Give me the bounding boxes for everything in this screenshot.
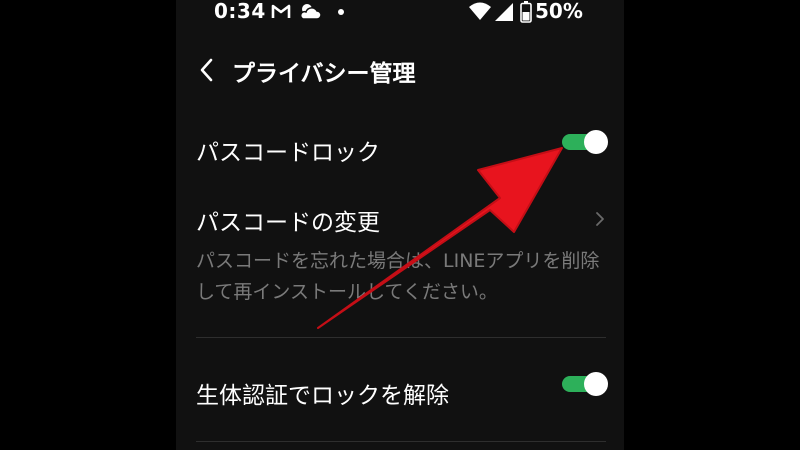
battery-percentage: 50%	[535, 0, 583, 23]
status-bar: 0:34 50%	[176, 0, 624, 26]
phone-screen: 0:34 50% プライバシー管理 パスコードロック パスコードの変更 パスコー…	[176, 0, 624, 450]
passcode-lock-label[interactable]: パスコードロック	[196, 133, 380, 167]
biometric-unlock-label[interactable]: 生体認証でロックを解除	[196, 376, 449, 410]
status-time: 0:34	[214, 0, 266, 23]
chevron-left-icon[interactable]	[198, 57, 216, 83]
passcode-lock-toggle[interactable]	[562, 130, 608, 154]
toggle-knob	[584, 372, 608, 396]
toggle-knob	[584, 130, 608, 154]
change-passcode-label[interactable]: パスコードの変更	[196, 203, 380, 237]
biometric-unlock-toggle[interactable]	[562, 372, 608, 396]
gmail-icon	[271, 4, 291, 18]
signal-icon	[495, 3, 513, 21]
page-title: プライバシー管理	[232, 61, 416, 87]
divider	[196, 337, 606, 338]
change-passcode-description: パスコードを忘れた場合は、LINEアプリを削除して再インストールしてください。	[196, 250, 600, 303]
battery-icon	[520, 1, 532, 23]
chevron-right-icon[interactable]	[595, 211, 605, 227]
notification-dot-icon	[338, 9, 344, 15]
weather-icon	[299, 4, 322, 20]
divider	[196, 441, 606, 442]
wifi-icon	[469, 2, 491, 20]
